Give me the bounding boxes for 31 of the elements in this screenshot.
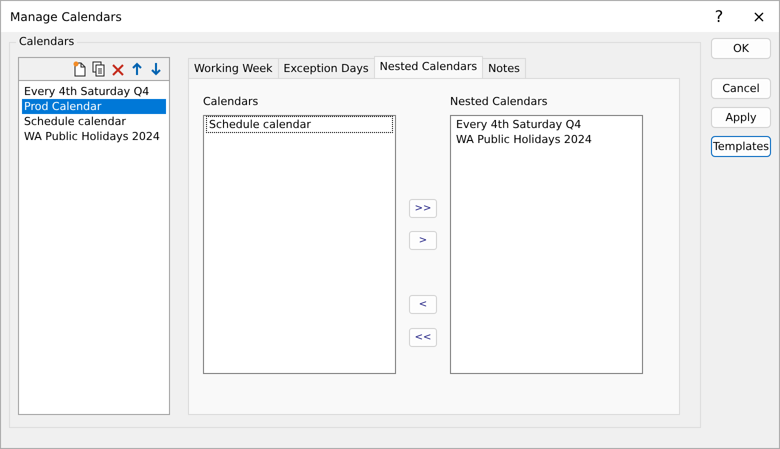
group-label: Calendars: [16, 35, 78, 48]
dialog-button[interactable]: OK: [711, 38, 771, 59]
tab[interactable]: Nested Calendars: [374, 56, 484, 78]
tab[interactable]: Working Week: [188, 58, 278, 78]
calendar-item[interactable]: Schedule calendar: [22, 114, 166, 129]
move-button[interactable]: >: [409, 231, 437, 250]
list-label: Calendars: [203, 94, 260, 110]
move-button[interactable]: <<: [409, 328, 437, 347]
calendar-item[interactable]: WA Public Holidays 2024: [22, 129, 166, 144]
calendar-item[interactable]: Prod Calendar: [22, 99, 166, 114]
nested-calendars-list[interactable]: Every 4th Saturday Q4 WA Public Holidays 2024: [450, 115, 643, 374]
close-button[interactable]: ×: [739, 1, 779, 32]
calendar-list[interactable]: Every 4th Saturday Q4 Prod Calendar Schedule calendar WA Public Holidays 2024: [18, 57, 170, 415]
copy-icon[interactable]: [92, 61, 106, 77]
calendar-item[interactable]: Every 4th Saturday Q4: [22, 84, 166, 99]
calendar-item[interactable]: Schedule calendar: [207, 117, 392, 132]
available-calendars-list[interactable]: Schedule calendar: [203, 115, 396, 374]
up-arrow-icon[interactable]: [130, 61, 144, 77]
dialog-button[interactable]: Apply: [711, 107, 771, 128]
list-label: Nested Calendars: [450, 94, 548, 110]
move-button[interactable]: >>: [409, 199, 437, 218]
dialog-button[interactable]: Cancel: [711, 78, 771, 99]
new-file-icon[interactable]: [73, 61, 87, 77]
down-arrow-icon[interactable]: [149, 61, 163, 77]
help-button[interactable]: ?: [699, 1, 739, 32]
dialog-button[interactable]: Templates: [711, 136, 771, 157]
tab[interactable]: Notes: [482, 58, 526, 78]
move-button[interactable]: <: [409, 295, 437, 314]
calendar-item[interactable]: WA Public Holidays 2024: [454, 132, 639, 147]
calendar-item[interactable]: Every 4th Saturday Q4: [454, 117, 639, 132]
window-title: Manage Calendars: [10, 10, 123, 24]
